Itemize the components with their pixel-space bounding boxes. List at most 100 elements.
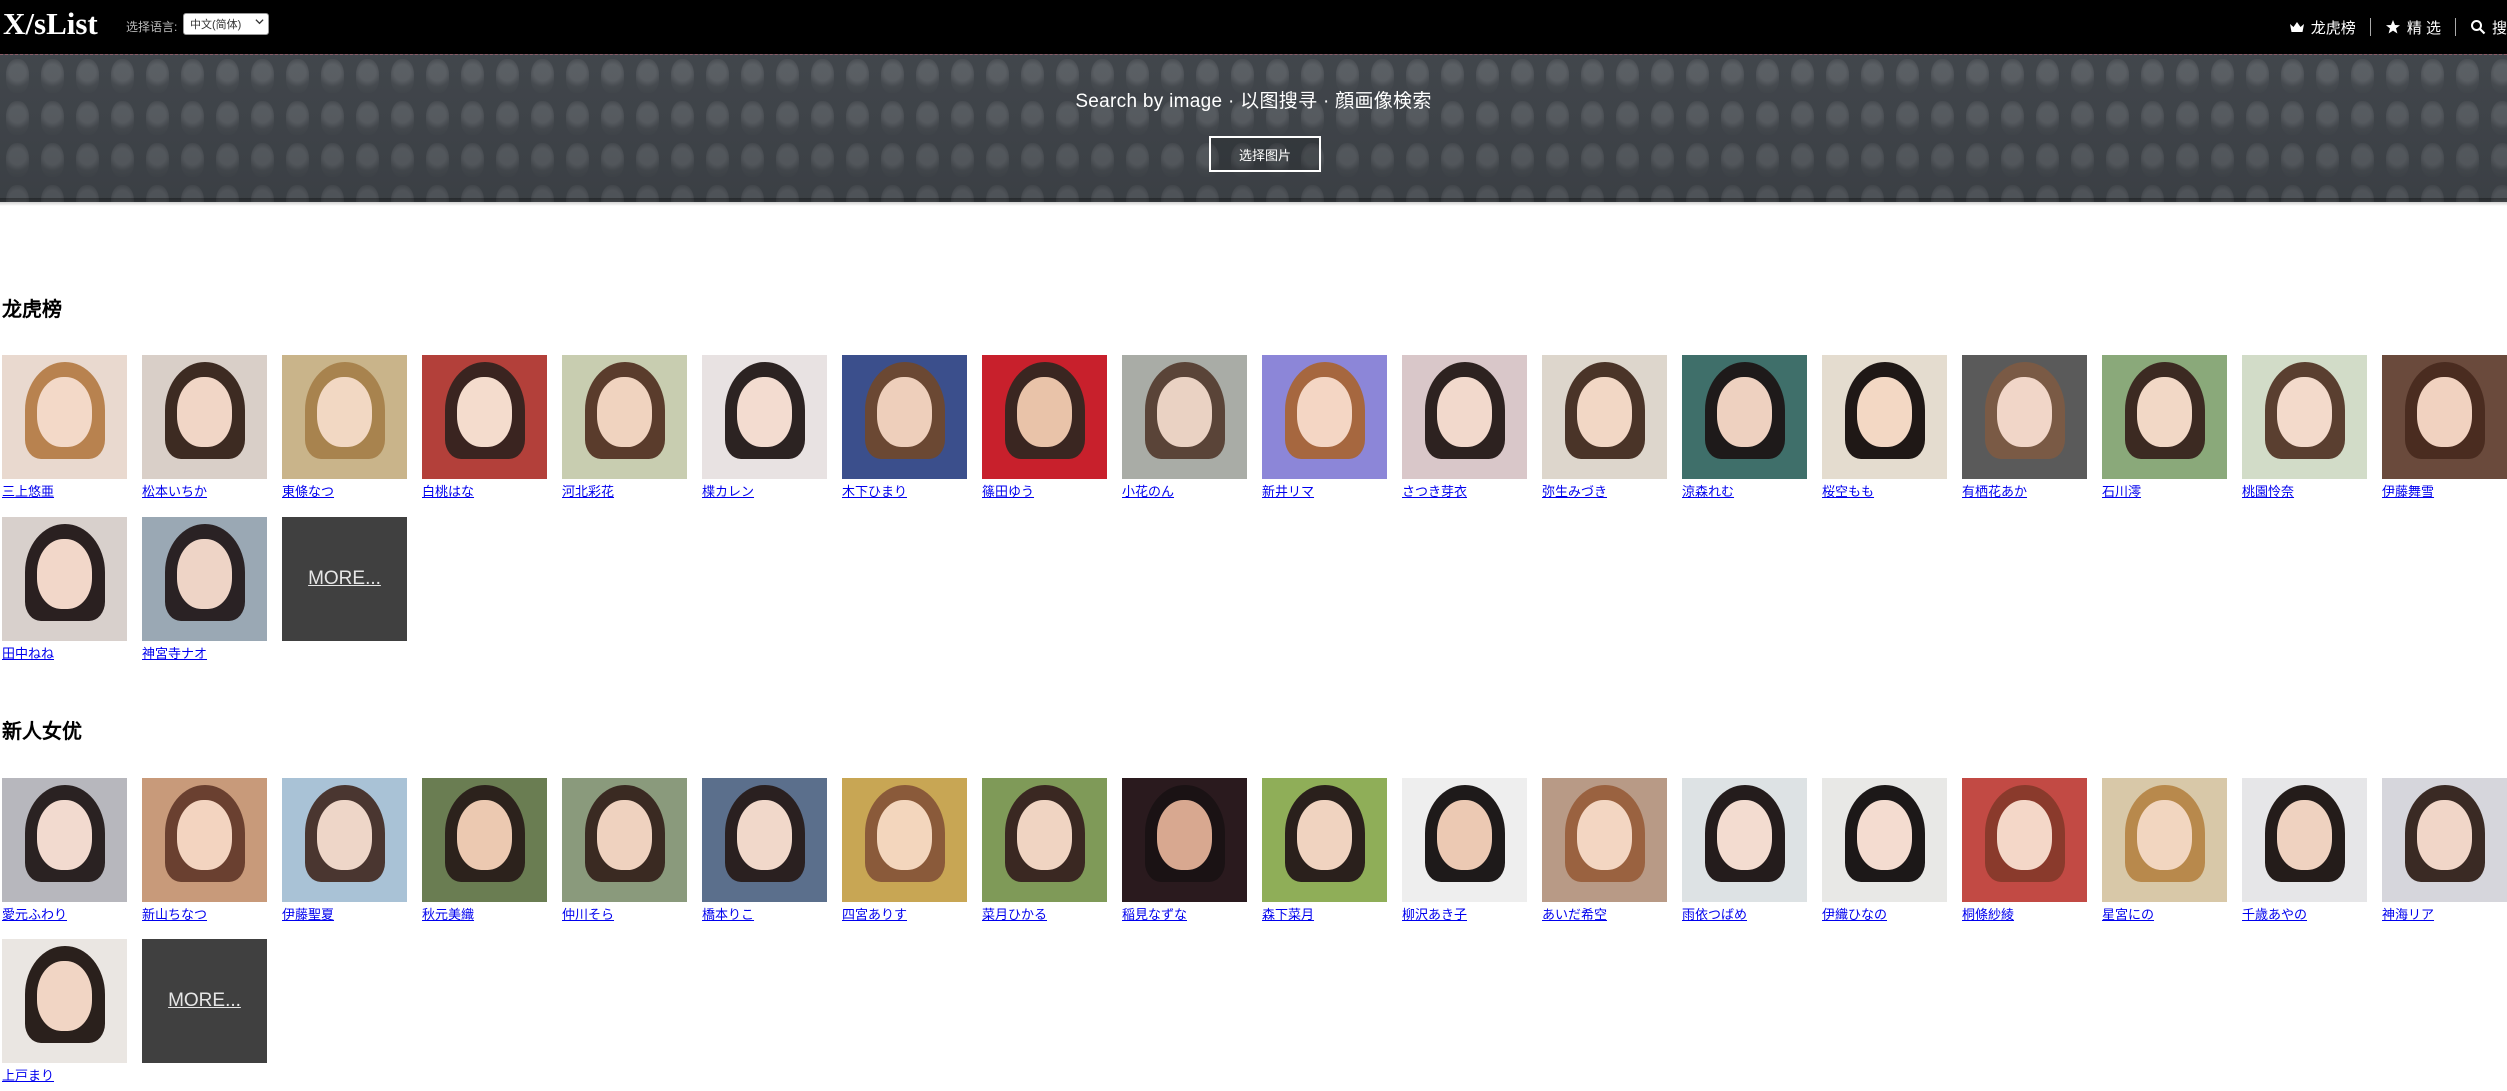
- actress-card[interactable]: 桐條紗綾: [1962, 778, 2087, 923]
- actress-photo[interactable]: [562, 778, 687, 902]
- choose-image-button[interactable]: 选择图片: [1209, 136, 1321, 172]
- nav-ranking[interactable]: 龙虎榜: [2275, 17, 2370, 37]
- actress-photo[interactable]: [1122, 778, 1247, 902]
- actress-name-link[interactable]: 小花のん: [1122, 481, 1247, 500]
- actress-card[interactable]: さつき芽衣: [1402, 355, 1527, 500]
- actress-name-link[interactable]: 稲見なずな: [1122, 904, 1247, 923]
- actress-card[interactable]: 橋本りこ: [702, 778, 827, 923]
- more-button[interactable]: MORE...: [282, 517, 407, 641]
- actress-photo[interactable]: [422, 355, 547, 479]
- actress-card[interactable]: あいだ希空: [1542, 778, 1667, 923]
- actress-card[interactable]: 有栖花あか: [1962, 355, 2087, 500]
- actress-name-link[interactable]: 河北彩花: [562, 481, 687, 500]
- actress-name-link[interactable]: 弥生みづき: [1542, 481, 1667, 500]
- actress-photo[interactable]: [842, 778, 967, 902]
- actress-card[interactable]: 星宮にの: [2102, 778, 2227, 923]
- actress-card[interactable]: 弥生みづき: [1542, 355, 1667, 500]
- actress-card[interactable]: 小花のん: [1122, 355, 1247, 500]
- actress-photo[interactable]: [2102, 355, 2227, 479]
- actress-photo[interactable]: [2102, 778, 2227, 902]
- actress-card[interactable]: 秋元美織: [422, 778, 547, 923]
- actress-photo[interactable]: [702, 778, 827, 902]
- actress-card[interactable]: 千歳あやの: [2242, 778, 2367, 923]
- actress-photo[interactable]: [1402, 355, 1527, 479]
- actress-name-link[interactable]: 星宮にの: [2102, 904, 2227, 923]
- actress-card[interactable]: 森下菜月: [1262, 778, 1387, 923]
- actress-photo[interactable]: [1122, 355, 1247, 479]
- actress-name-link[interactable]: 四宮ありす: [842, 904, 967, 923]
- actress-name-link[interactable]: 橋本りこ: [702, 904, 827, 923]
- actress-photo[interactable]: [702, 355, 827, 479]
- actress-photo[interactable]: [2, 355, 127, 479]
- actress-card[interactable]: 仲川そら: [562, 778, 687, 923]
- actress-photo[interactable]: [842, 355, 967, 479]
- actress-card[interactable]: 桜空もも: [1822, 355, 1947, 500]
- actress-name-link[interactable]: 仲川そら: [562, 904, 687, 923]
- actress-photo[interactable]: [2, 517, 127, 641]
- actress-name-link[interactable]: 石川澪: [2102, 481, 2227, 500]
- actress-photo[interactable]: [1542, 778, 1667, 902]
- actress-name-link[interactable]: 木下ひまり: [842, 481, 967, 500]
- actress-card[interactable]: 伊織ひなの: [1822, 778, 1947, 923]
- actress-card[interactable]: 石川澪: [2102, 355, 2227, 500]
- actress-photo[interactable]: [2, 939, 127, 1063]
- actress-photo[interactable]: [142, 517, 267, 641]
- actress-photo[interactable]: [282, 355, 407, 479]
- actress-name-link[interactable]: 白桃はな: [422, 481, 547, 500]
- actress-name-link[interactable]: 東條なつ: [282, 481, 407, 500]
- actress-card[interactable]: 東條なつ: [282, 355, 407, 500]
- actress-name-link[interactable]: 秋元美織: [422, 904, 547, 923]
- actress-name-link[interactable]: 菜月ひかる: [982, 904, 1107, 923]
- nav-search[interactable]: 搜: [2456, 17, 2507, 37]
- actress-card[interactable]: 柳沢あき子: [1402, 778, 1527, 923]
- actress-name-link[interactable]: あいだ希空: [1542, 904, 1667, 923]
- actress-card[interactable]: 桃園怜奈: [2242, 355, 2367, 500]
- nav-featured[interactable]: 精 选: [2371, 17, 2455, 37]
- actress-card[interactable]: 四宮ありす: [842, 778, 967, 923]
- actress-name-link[interactable]: さつき芽衣: [1402, 481, 1527, 500]
- actress-card[interactable]: 田中ねね: [2, 517, 127, 662]
- actress-photo[interactable]: [982, 778, 1107, 902]
- actress-photo[interactable]: [2242, 778, 2367, 902]
- actress-photo[interactable]: [1822, 778, 1947, 902]
- actress-card[interactable]: 雨依つばめ: [1682, 778, 1807, 923]
- actress-photo[interactable]: [562, 355, 687, 479]
- actress-photo[interactable]: [2382, 778, 2507, 902]
- actress-name-link[interactable]: 田中ねね: [2, 643, 127, 662]
- actress-card[interactable]: 上戸まり: [2, 939, 127, 1084]
- actress-card[interactable]: 篠田ゆう: [982, 355, 1107, 500]
- actress-name-link[interactable]: 三上悠亜: [2, 481, 127, 500]
- actress-photo[interactable]: [1402, 778, 1527, 902]
- actress-name-link[interactable]: 神海リア: [2382, 904, 2507, 923]
- actress-card[interactable]: 伊藤聖夏: [282, 778, 407, 923]
- actress-name-link[interactable]: 雨依つばめ: [1682, 904, 1807, 923]
- actress-photo[interactable]: [2, 778, 127, 902]
- actress-photo[interactable]: [2242, 355, 2367, 479]
- actress-name-link[interactable]: 森下菜月: [1262, 904, 1387, 923]
- actress-photo[interactable]: [1822, 355, 1947, 479]
- actress-name-link[interactable]: 柳沢あき子: [1402, 904, 1527, 923]
- actress-card[interactable]: 松本いちか: [142, 355, 267, 500]
- actress-photo[interactable]: [1962, 355, 2087, 479]
- actress-card[interactable]: 楪カレン: [702, 355, 827, 500]
- actress-card[interactable]: 三上悠亜: [2, 355, 127, 500]
- actress-photo[interactable]: [982, 355, 1107, 479]
- actress-name-link[interactable]: 楪カレン: [702, 481, 827, 500]
- actress-card[interactable]: 伊藤舞雪: [2382, 355, 2507, 500]
- actress-card[interactable]: 菜月ひかる: [982, 778, 1107, 923]
- actress-card[interactable]: 新山ちなつ: [142, 778, 267, 923]
- actress-photo[interactable]: [282, 778, 407, 902]
- actress-photo[interactable]: [142, 778, 267, 902]
- actress-card[interactable]: 木下ひまり: [842, 355, 967, 500]
- actress-name-link[interactable]: 有栖花あか: [1962, 481, 2087, 500]
- actress-name-link[interactable]: 桐條紗綾: [1962, 904, 2087, 923]
- actress-card[interactable]: 河北彩花: [562, 355, 687, 500]
- actress-name-link[interactable]: 新井リマ: [1262, 481, 1387, 500]
- actress-photo[interactable]: [2382, 355, 2507, 479]
- actress-name-link[interactable]: 伊藤舞雪: [2382, 481, 2507, 500]
- site-logo[interactable]: X/sList: [3, 6, 98, 42]
- actress-name-link[interactable]: 伊織ひなの: [1822, 904, 1947, 923]
- actress-photo[interactable]: [1682, 355, 1807, 479]
- actress-photo[interactable]: [142, 355, 267, 479]
- language-select[interactable]: 中文(简体): [183, 13, 269, 35]
